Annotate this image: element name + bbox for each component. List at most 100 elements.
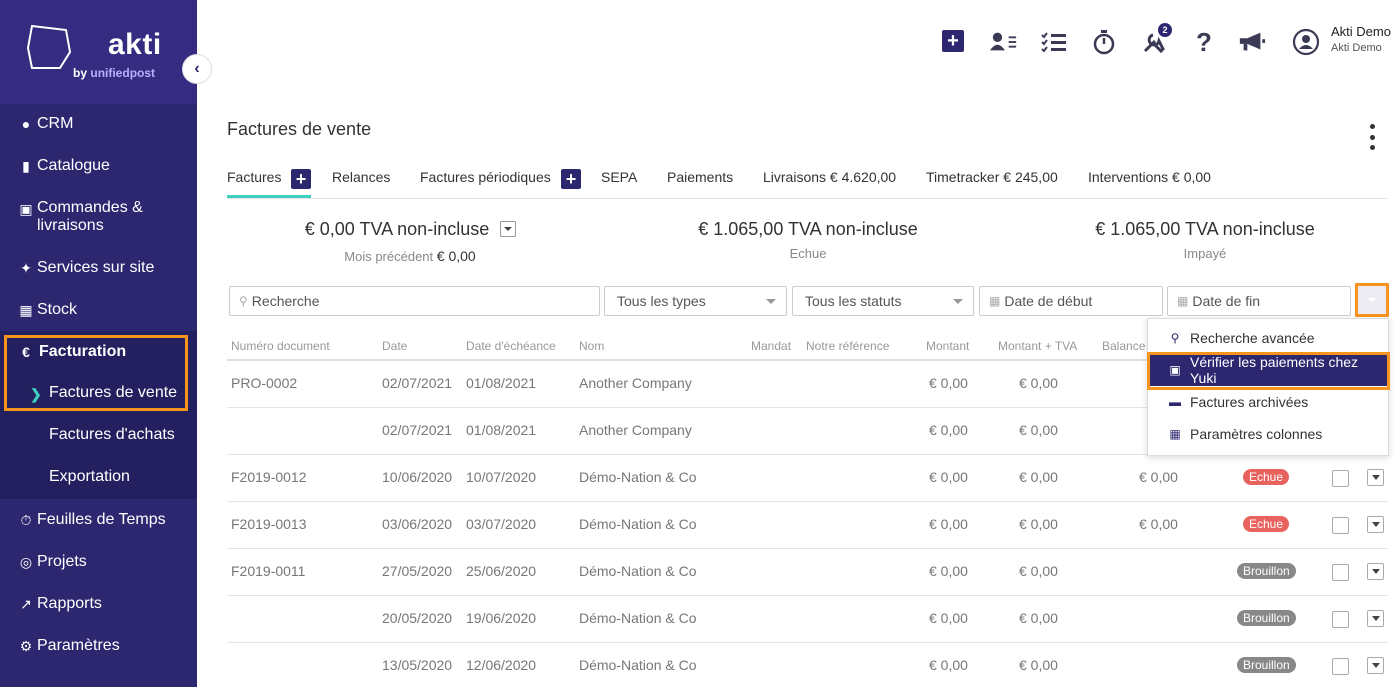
tabs-divider — [227, 198, 1388, 199]
cell-amount-vat: € 0,00 — [1019, 375, 1058, 391]
tab-relances[interactable]: Relances — [332, 169, 390, 185]
sidebar-item-feuilles[interactable]: ⏱ Feuilles de Temps — [0, 499, 197, 541]
sidebar-item-parametres[interactable]: ⚙ Paramètres — [0, 625, 197, 667]
menu-item-archived-invoices[interactable]: ▬ Factures archivées — [1148, 386, 1388, 418]
target-icon: ◎ — [19, 553, 33, 570]
cell-document: F2019-0013 — [231, 516, 307, 532]
start-date-input[interactable]: ▦ Date de début — [979, 286, 1163, 316]
stopwatch-icon[interactable] — [1090, 28, 1118, 56]
menu-item-advanced-search[interactable]: ⚲ Recherche avancée — [1148, 322, 1388, 354]
col-header-document[interactable]: Numéro document — [231, 339, 330, 353]
help-icon[interactable]: ? — [1190, 27, 1218, 57]
sidebar-item-crm[interactable]: ● CRM — [0, 103, 197, 145]
cell-date: 10/06/2020 — [382, 469, 453, 485]
megaphone-svg — [1239, 32, 1266, 51]
cell-due-date: 12/06/2020 — [466, 657, 537, 673]
table-row[interactable]: 20/05/2020 19/06/2020 Démo-Nation & Co €… — [227, 596, 1388, 643]
cell-name: Démo-Nation & Co — [579, 516, 697, 532]
status-badge: Brouillon — [1237, 657, 1296, 673]
cell-balance: € 0,00 — [1139, 516, 1178, 532]
cell-amount-vat: € 0,00 — [1019, 563, 1058, 579]
cell-amount: € 0,00 — [929, 516, 968, 532]
row-actions-dropdown[interactable] — [1367, 610, 1384, 627]
sidebar-sub-exportation[interactable]: Exportation — [49, 468, 130, 486]
menu-item-column-settings[interactable]: ▦ Paramètres colonnes — [1148, 418, 1388, 450]
sidebar-item-rapports[interactable]: ↗ Rapports — [0, 583, 197, 625]
col-header-amount[interactable]: Montant — [926, 339, 969, 353]
cell-amount: € 0,00 — [929, 375, 968, 391]
contacts-list-icon[interactable] — [990, 28, 1018, 56]
quick-add-button[interactable]: + — [942, 30, 964, 52]
sidebar-sub-factures-achats[interactable]: Factures d'achats — [49, 426, 175, 444]
col-header-reference[interactable]: Notre référence — [806, 339, 889, 353]
row-checkbox[interactable] — [1332, 658, 1349, 675]
row-checkbox[interactable] — [1332, 564, 1349, 581]
sidebar-item-stock[interactable]: ▦ Stock — [0, 289, 197, 331]
task-list-icon[interactable] — [1040, 28, 1068, 56]
cell-due-date: 19/06/2020 — [466, 610, 537, 626]
logo-subtitle: by unifiedpost — [73, 66, 155, 80]
calendar-icon: ▦ — [989, 294, 1001, 308]
tab-factures-periodiques[interactable]: Factures périodiques — [420, 169, 551, 185]
sidebar-item-label: Feuilles de Temps — [37, 511, 166, 528]
tab-timetracker[interactable]: Timetracker € 245,00 — [926, 169, 1058, 185]
tab-livraisons[interactable]: Livraisons € 4.620,00 — [763, 169, 896, 185]
col-header-amount-vat[interactable]: Montant + TVA — [998, 339, 1077, 353]
akti-logo-icon — [26, 24, 72, 69]
cell-due-date: 01/08/2021 — [466, 375, 537, 391]
add-invoice-button[interactable]: + — [291, 169, 311, 189]
sidebar-item-catalogue[interactable]: ▮ Catalogue — [0, 145, 197, 187]
status-select[interactable]: Tous les statuts — [792, 286, 974, 316]
sidebar-item-projets[interactable]: ◎ Projets — [0, 541, 197, 583]
row-actions-dropdown[interactable] — [1367, 657, 1384, 674]
col-header-mandate[interactable]: Mandat — [751, 339, 791, 353]
wrench-icon: ✦ — [20, 259, 32, 276]
user-avatar-icon[interactable] — [1292, 28, 1320, 56]
add-periodic-invoice-button[interactable]: + — [561, 169, 581, 189]
collapse-sidebar-button[interactable]: ‹ — [182, 54, 212, 84]
col-header-name[interactable]: Nom — [579, 339, 604, 353]
sidebar-item-label: Services sur site — [37, 259, 155, 276]
col-header-date[interactable]: Date — [382, 339, 407, 353]
cart-icon: ▣ — [19, 201, 33, 217]
menu-item-label: Paramètres colonnes — [1190, 426, 1323, 442]
status-badge: Echue — [1243, 469, 1290, 485]
row-checkbox[interactable] — [1332, 470, 1349, 487]
advanced-options-button[interactable] — [1355, 283, 1389, 317]
row-actions-dropdown[interactable] — [1367, 516, 1384, 533]
sidebar-item-services[interactable]: ✦ Services sur site — [0, 247, 197, 289]
row-checkbox[interactable] — [1332, 517, 1349, 534]
tab-sepa[interactable]: SEPA — [601, 169, 637, 185]
table-row[interactable]: F2019-0013 03/06/2020 03/07/2020 Démo-Na… — [227, 502, 1388, 549]
search-placeholder: Recherche — [251, 293, 320, 309]
grid-icon: ▦ — [1169, 427, 1181, 441]
caret-down-icon — [1371, 475, 1380, 480]
table-row[interactable]: 13/05/2020 12/06/2020 Démo-Nation & Co €… — [227, 643, 1388, 687]
row-actions-dropdown[interactable] — [1367, 563, 1384, 580]
col-header-due-date[interactable]: Date d'échéance — [466, 339, 556, 353]
tab-paiements[interactable]: Paiements — [667, 169, 733, 185]
cell-name: Démo-Nation & Co — [579, 563, 697, 579]
type-select[interactable]: Tous les types — [604, 286, 787, 316]
more-options-icon[interactable] — [1366, 124, 1378, 150]
row-actions-dropdown[interactable] — [1367, 469, 1384, 486]
summary-period-dropdown[interactable] — [500, 221, 516, 237]
contacts-list-svg — [990, 32, 1017, 51]
end-date-input[interactable]: ▦ Date de fin — [1167, 286, 1351, 316]
boxes-icon: ▦ — [19, 301, 33, 318]
cell-amount: € 0,00 — [929, 469, 968, 485]
tab-interventions[interactable]: Interventions € 0,00 — [1088, 169, 1211, 185]
cell-date: 27/05/2020 — [382, 563, 453, 579]
search-input[interactable]: ⚲ Recherche — [229, 286, 600, 316]
cell-amount: € 0,00 — [929, 422, 968, 438]
user-name[interactable]: Akti Demo — [1331, 24, 1391, 39]
col-header-balance[interactable]: Balance — [1102, 339, 1145, 353]
table-row[interactable]: F2019-0012 10/06/2020 10/07/2020 Démo-Na… — [227, 455, 1388, 502]
row-checkbox[interactable] — [1332, 611, 1349, 628]
cell-balance: € 0,00 — [1139, 469, 1178, 485]
caret-down-icon — [766, 299, 776, 304]
tab-factures[interactable]: Factures — [227, 169, 281, 185]
table-row[interactable]: F2019-0011 27/05/2020 25/06/2020 Démo-Na… — [227, 549, 1388, 596]
megaphone-icon[interactable] — [1238, 28, 1266, 56]
logo-by: by — [73, 66, 88, 80]
